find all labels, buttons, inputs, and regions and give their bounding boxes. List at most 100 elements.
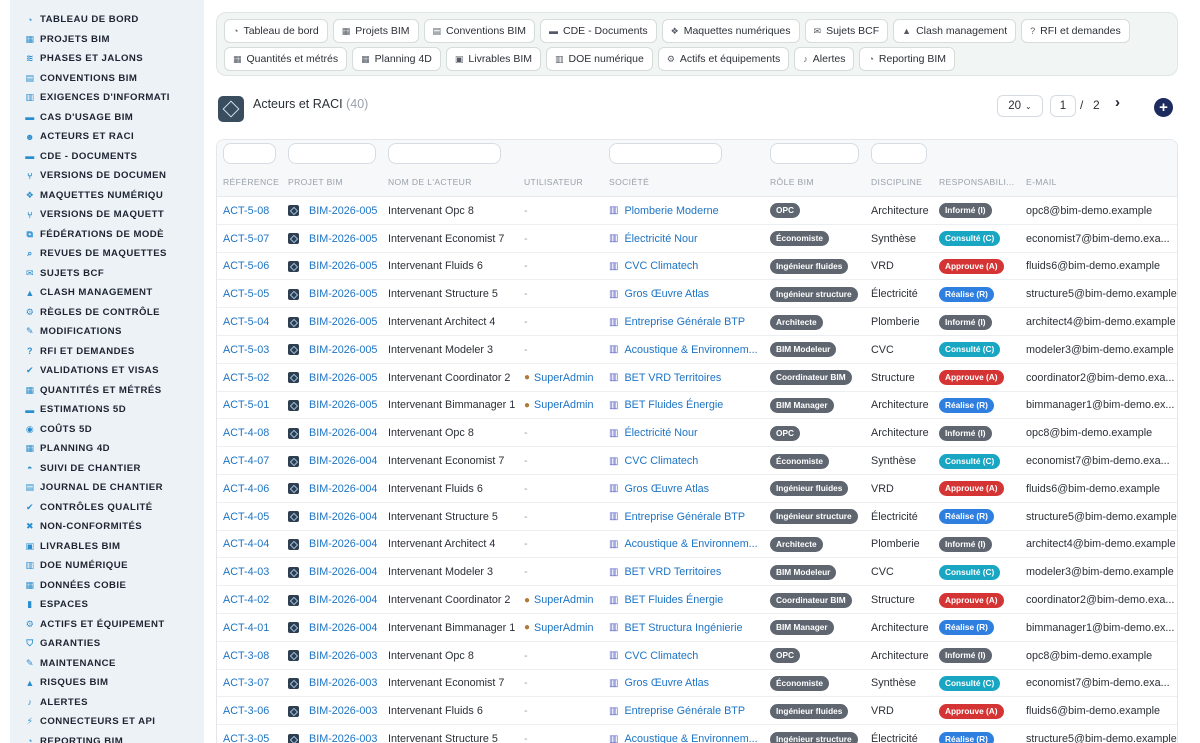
sidebar-item[interactable]: ▦ PLANNING 4D (10, 439, 204, 459)
table-row[interactable]: ACT-5-01 BIM-2026-005 Intervenant Bimmanag… (217, 392, 1177, 420)
sidebar-item[interactable]: ▬ ESTIMATIONS 5D (10, 400, 204, 420)
nav-pill[interactable]: ⚙ Actifs et équipements (657, 47, 790, 71)
company-cell[interactable]: ▥ BET VRD Territoires (609, 364, 721, 392)
user-cell[interactable]: ● SuperAdmin (524, 392, 593, 420)
company-link[interactable]: Acoustique & Environnem... (624, 538, 757, 550)
sidebar-item[interactable]: ≋ PHASES ET JALONS (10, 49, 204, 69)
table-row[interactable]: ACT-5-05 BIM-2026-005 Intervenant Structur… (217, 280, 1177, 309)
project-link[interactable]: BIM-2026-004 (309, 455, 377, 467)
company-cell[interactable]: ▥ Entreprise Générale BTP (609, 308, 745, 336)
reference-cell[interactable]: ACT-3-08 (223, 642, 269, 670)
filter-actor-name-input[interactable] (388, 143, 501, 164)
company-link[interactable]: BET VRD Territoires (624, 566, 721, 578)
company-cell[interactable]: ▥ Acoustique & Environnem... (609, 531, 758, 559)
reference-cell[interactable]: ACT-5-05 (223, 280, 269, 308)
sidebar-item[interactable]: ✔ VALIDATIONS ET VISAS (10, 361, 204, 381)
project-cell[interactable]: BIM-2026-004 (288, 531, 377, 559)
company-link[interactable]: Entreprise Générale BTP (624, 511, 745, 523)
nav-pill[interactable]: ▦ Quantités et métrés (224, 47, 348, 71)
reference-cell[interactable]: ACT-3-07 (223, 670, 269, 698)
reference-link[interactable]: ACT-4-02 (223, 594, 269, 606)
project-cell[interactable]: BIM-2026-005 (288, 280, 377, 308)
reference-cell[interactable]: ACT-4-02 (223, 586, 269, 614)
column-header[interactable]: DISCIPLINE (871, 177, 922, 187)
company-cell[interactable]: ▥ Gros Œuvre Atlas (609, 280, 709, 308)
sidebar-item[interactable]: ? RFI ET DEMANDES (10, 342, 204, 362)
next-page-button[interactable]: › (1115, 94, 1120, 111)
project-cell[interactable]: BIM-2026-003 (288, 642, 377, 670)
sidebar-item[interactable]: ☻ ACTEURS ET RACI (10, 127, 204, 147)
company-link[interactable]: Gros Œuvre Atlas (624, 483, 709, 495)
user-cell[interactable]: ● SuperAdmin (524, 364, 593, 392)
column-header[interactable]: RÔLE BIM (770, 177, 814, 187)
column-header[interactable]: RÉFÉRENCE (223, 177, 279, 187)
company-cell[interactable]: ▥ BET Fluides Énergie (609, 392, 723, 420)
nav-pill[interactable]: ▲ Clash management (893, 19, 1017, 43)
sidebar-item[interactable]: ▥ DOE NUMÉRIQUE (10, 556, 204, 576)
reference-cell[interactable]: ACT-4-05 (223, 503, 269, 531)
reference-cell[interactable]: ACT-5-01 (223, 392, 269, 420)
filter-project-input[interactable] (288, 143, 376, 164)
company-link[interactable]: Entreprise Générale BTP (624, 705, 745, 717)
project-link[interactable]: BIM-2026-004 (309, 483, 377, 495)
company-link[interactable]: Électricité Nour (624, 233, 697, 245)
project-cell[interactable]: BIM-2026-005 (288, 392, 377, 420)
reference-cell[interactable]: ACT-5-08 (223, 197, 269, 225)
sidebar-item[interactable]: ✉ SUJETS BCF (10, 264, 204, 284)
project-cell[interactable]: BIM-2026-005 (288, 225, 377, 253)
reference-link[interactable]: ACT-3-08 (223, 650, 269, 662)
filter-company-input[interactable] (609, 143, 722, 164)
table-row[interactable]: ACT-3-08 BIM-2026-003 Intervenant Opc 8 - ▥ C… (217, 642, 1177, 670)
reference-cell[interactable]: ACT-4-08 (223, 419, 269, 447)
add-actor-button[interactable]: + (1154, 98, 1173, 117)
company-cell[interactable]: ▥ Acoustique & Environnem... (609, 725, 758, 743)
company-cell[interactable]: ▥ CVC Climatech (609, 447, 698, 475)
nav-pill[interactable]: ❖ Maquettes numériques (661, 19, 800, 43)
company-link[interactable]: Gros Œuvre Atlas (624, 288, 709, 300)
project-cell[interactable]: BIM-2026-004 (288, 447, 377, 475)
company-cell[interactable]: ▥ BET Fluides Énergie (609, 586, 723, 614)
reference-link[interactable]: ACT-5-01 (223, 399, 269, 411)
reference-cell[interactable]: ACT-4-07 (223, 447, 269, 475)
company-cell[interactable]: ▥ CVC Climatech (609, 253, 698, 281)
reference-link[interactable]: ACT-4-06 (223, 483, 269, 495)
project-cell[interactable]: BIM-2026-004 (288, 558, 377, 586)
company-cell[interactable]: ▥ Entreprise Générale BTP (609, 503, 745, 531)
company-cell[interactable]: ▥ Acoustique & Environnem... (609, 336, 758, 364)
project-link[interactable]: BIM-2026-003 (309, 650, 377, 662)
column-header[interactable]: RESPONSABILI... (939, 177, 1014, 187)
table-row[interactable]: ACT-5-04 BIM-2026-005 Intervenant Architec… (217, 308, 1177, 336)
reference-link[interactable]: ACT-4-08 (223, 427, 269, 439)
sidebar-item[interactable]: ⑂ VERSIONS DE DOCUMEN (10, 166, 204, 186)
company-link[interactable]: Plomberie Moderne (624, 205, 718, 217)
reference-link[interactable]: ACT-4-07 (223, 455, 269, 467)
sidebar-item[interactable]: ❖ MAQUETTES NUMÉRIQU (10, 186, 204, 206)
table-row[interactable]: ACT-4-04 BIM-2026-004 Intervenant Architec… (217, 531, 1177, 559)
project-cell[interactable]: BIM-2026-004 (288, 503, 377, 531)
sidebar-item[interactable]: ◉ COÛTS 5D (10, 420, 204, 440)
company-link[interactable]: BET Structura Ingénierie (624, 622, 742, 634)
user-link[interactable]: SuperAdmin (534, 622, 593, 634)
reference-link[interactable]: ACT-4-04 (223, 538, 269, 550)
project-link[interactable]: BIM-2026-004 (309, 511, 377, 523)
table-row[interactable]: ACT-5-03 BIM-2026-005 Intervenant Modeler … (217, 336, 1177, 364)
table-row[interactable]: ACT-5-02 BIM-2026-005 Intervenant Coordina… (217, 364, 1177, 392)
filter-discipline-input[interactable] (871, 143, 927, 164)
table-row[interactable]: ACT-4-08 BIM-2026-004 Intervenant Opc 8 - ▥ É… (217, 419, 1177, 448)
company-cell[interactable]: ▥ BET VRD Territoires (609, 558, 721, 586)
nav-pill[interactable]: ▬ CDE - Documents (540, 19, 657, 43)
reference-link[interactable]: ACT-5-04 (223, 316, 269, 328)
company-cell[interactable]: ▥ CVC Climatech (609, 642, 698, 670)
project-cell[interactable]: BIM-2026-005 (288, 364, 377, 392)
sidebar-item[interactable]: ▬ CDE - DOCUMENTS (10, 147, 204, 167)
company-link[interactable]: BET VRD Territoires (624, 372, 721, 384)
table-row[interactable]: ACT-4-06 BIM-2026-004 Intervenant Fluids 6… (217, 475, 1177, 503)
table-row[interactable]: ACT-4-02 BIM-2026-004 Intervenant Coordina… (217, 586, 1177, 614)
project-link[interactable]: BIM-2026-005 (309, 316, 377, 328)
table-row[interactable]: ACT-3-05 BIM-2026-003 Intervenant Structur… (217, 725, 1177, 743)
company-cell[interactable]: ▥ Électricité Nour (609, 419, 698, 447)
project-cell[interactable]: BIM-2026-003 (288, 670, 377, 698)
column-header[interactable]: E-MAIL (1026, 177, 1057, 187)
reference-link[interactable]: ACT-4-05 (223, 511, 269, 523)
page-number-input[interactable]: 1 (1050, 95, 1076, 117)
